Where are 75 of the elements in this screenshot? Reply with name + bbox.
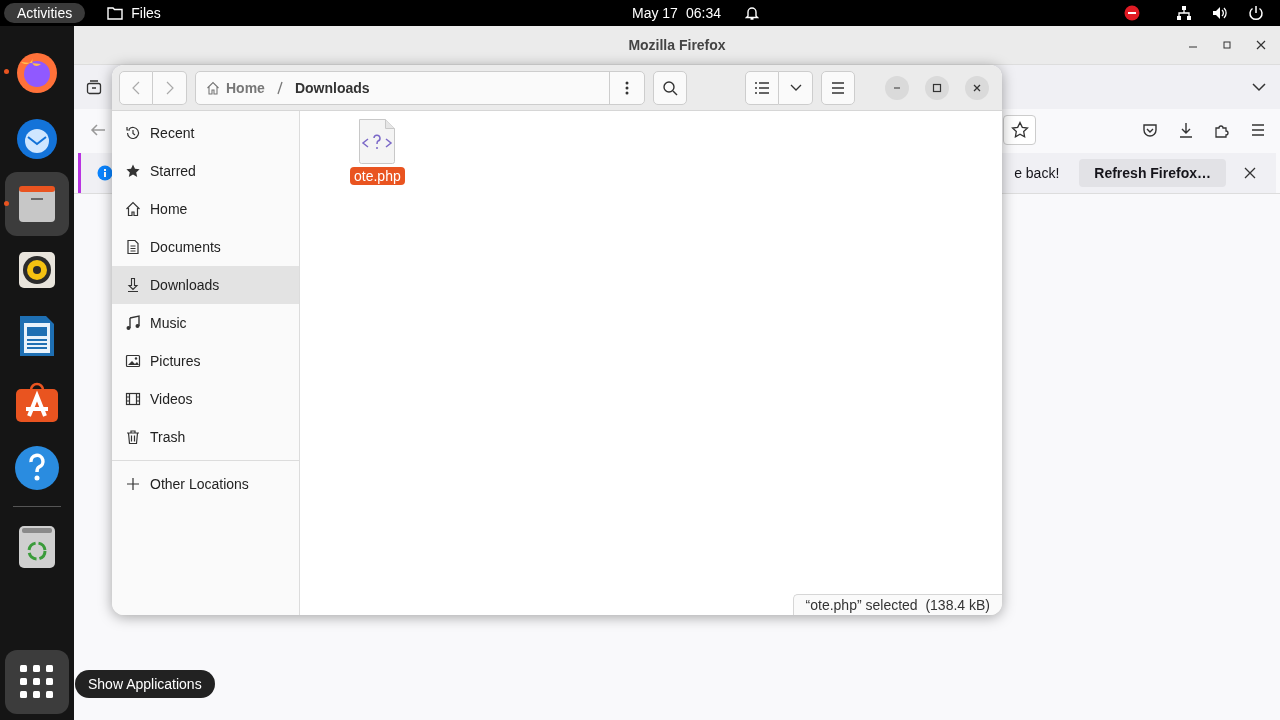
- sidebar-item[interactable]: Home: [112, 190, 299, 228]
- do-not-disturb-icon[interactable]: [1124, 5, 1140, 21]
- kebab-menu-icon: [625, 80, 629, 95]
- app-icon[interactable]: [5, 172, 69, 236]
- list-icon: [755, 81, 769, 94]
- pocket-icon[interactable]: [1142, 122, 1158, 138]
- star-icon: [125, 163, 141, 179]
- star-icon[interactable]: [1011, 121, 1029, 139]
- clock[interactable]: May 17 06:34: [632, 5, 759, 21]
- chevron-down-icon: [789, 83, 802, 92]
- list-view-button[interactable]: [745, 70, 779, 105]
- search-button[interactable]: [653, 70, 687, 105]
- activities-button[interactable]: Activities: [4, 3, 86, 23]
- extensions-icon[interactable]: [1214, 122, 1230, 138]
- refresh-firefox-button[interactable]: Refresh Firefox…: [1079, 159, 1226, 187]
- notification-text: e back!: [1014, 165, 1060, 181]
- sidebar-item[interactable]: Pictures: [112, 342, 299, 380]
- volume-icon[interactable]: [1212, 5, 1228, 21]
- restore-icon[interactable]: [1222, 40, 1232, 50]
- minimize-icon: [893, 86, 901, 89]
- file-name[interactable]: ote.php: [350, 167, 405, 185]
- running-indicator: [4, 201, 9, 206]
- chevron-left-icon: [132, 80, 140, 95]
- back-icon[interactable]: [90, 122, 106, 138]
- address-bar[interactable]: [1003, 115, 1036, 145]
- path-separator-icon: [276, 80, 283, 95]
- php-file-icon[interactable]: [357, 117, 398, 165]
- menu-icon: [831, 81, 845, 94]
- close-icon: [972, 82, 982, 93]
- close-icon[interactable]: [1256, 40, 1266, 50]
- window-title: Mozilla Firefox: [628, 37, 726, 53]
- power-icon[interactable]: [1248, 5, 1264, 21]
- path-crumb[interactable]: Home: [206, 79, 265, 96]
- menu-icon[interactable]: [1250, 122, 1266, 138]
- other-locations-item[interactable]: Other Locations: [112, 465, 299, 503]
- document-icon: [125, 239, 141, 255]
- folder-icon: [107, 6, 124, 20]
- status-label: “ote.php” selected (138.4 kB): [792, 594, 1002, 615]
- sidebar-item[interactable]: Downloads: [112, 266, 299, 304]
- picture-icon: [125, 353, 141, 369]
- network-icon[interactable]: [1176, 5, 1192, 21]
- sidebar-item[interactable]: Trash: [112, 418, 299, 456]
- time: 06:34: [685, 5, 721, 21]
- bell-icon: [744, 5, 759, 21]
- film-icon: [125, 391, 141, 407]
- download-icon: [125, 277, 141, 293]
- sidebar-item[interactable]: Documents: [112, 228, 299, 266]
- trash-icon: [125, 429, 141, 445]
- plus-icon: [125, 476, 141, 492]
- sidebar-item[interactable]: Starred: [112, 152, 299, 190]
- sidebar-item[interactable]: Music: [112, 304, 299, 342]
- close-button[interactable]: [965, 75, 989, 100]
- sidebar-item[interactable]: Videos: [112, 380, 299, 418]
- download-icon[interactable]: [1178, 122, 1194, 138]
- path-crumb[interactable]: Downloads: [294, 79, 370, 96]
- running-indicator: [4, 69, 9, 74]
- music-note-icon: [125, 315, 141, 331]
- app-menu[interactable]: Files: [107, 5, 161, 21]
- tooltip: Show Applications: [75, 670, 215, 698]
- chevron-down-icon[interactable]: [1252, 82, 1266, 92]
- home-icon: [125, 201, 141, 217]
- close-icon[interactable]: [1244, 167, 1256, 179]
- chevron-right-icon: [165, 80, 174, 95]
- path-bar[interactable]: Home Downloads: [195, 70, 645, 105]
- maximize-button[interactable]: [925, 75, 949, 100]
- home-icon: [206, 80, 220, 95]
- clock-icon: [125, 125, 141, 141]
- menu-button[interactable]: [821, 70, 855, 105]
- tab-overview-icon[interactable]: [86, 79, 102, 95]
- maximize-icon: [932, 82, 942, 93]
- date: May 17: [632, 5, 678, 21]
- show-applications-button[interactable]: [5, 650, 69, 714]
- grid-icon: [20, 665, 54, 699]
- sidebar-item[interactable]: Recent: [112, 114, 299, 152]
- search-icon: [662, 79, 678, 96]
